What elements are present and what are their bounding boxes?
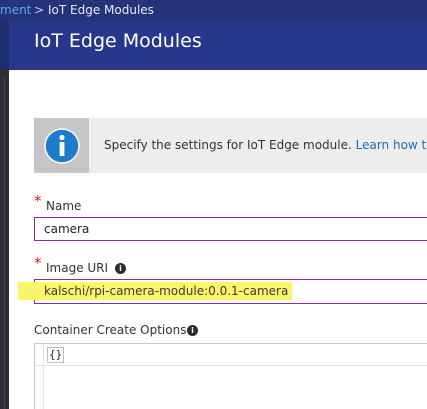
breadcrumb-separator: > [34, 3, 45, 17]
container-create-options-label-text: Container Create Options [34, 323, 187, 337]
container-create-options-editor[interactable]: {} [34, 343, 427, 409]
info-banner: Specify the settings for IoT Edge module… [34, 118, 427, 173]
image-uri-label-text: Image URI [46, 261, 109, 275]
breadcrumb: ment > IoT Edge Modules [0, 0, 427, 21]
info-banner-text: Specify the settings for IoT Edge module… [104, 137, 427, 153]
name-label-text: Name [46, 199, 82, 213]
name-input[interactable]: camera [34, 217, 427, 241]
editor-current-line [35, 365, 427, 366]
left-panel-header-edge [0, 21, 9, 70]
info-icon [44, 128, 80, 164]
info-icon-container [34, 118, 89, 173]
editor-content: {} [47, 347, 65, 363]
left-panel-divider [4, 76, 5, 409]
container-options-info-icon[interactable]: i [187, 325, 198, 336]
required-mark: * [34, 192, 42, 210]
editor-gutter [43, 344, 44, 409]
blade-header: IoT Edge Modules [9, 21, 427, 70]
info-banner-message: Specify the settings for IoT Edge module… [104, 138, 356, 152]
breadcrumb-link[interactable]: ment [0, 0, 31, 21]
iot-edge-modules-blade: ment > IoT Edge Modules IoT Edge Modules… [0, 0, 427, 409]
image-uri-value: kalschi/rpi-camera-module:0.0.1-camera [44, 284, 289, 298]
learn-more-link[interactable]: Learn how to c [356, 138, 427, 152]
image-uri-info-icon[interactable]: i [115, 263, 126, 274]
breadcrumb-current: IoT Edge Modules [48, 3, 154, 17]
required-mark: * [34, 254, 42, 272]
page-title: IoT Edge Modules [34, 30, 202, 52]
